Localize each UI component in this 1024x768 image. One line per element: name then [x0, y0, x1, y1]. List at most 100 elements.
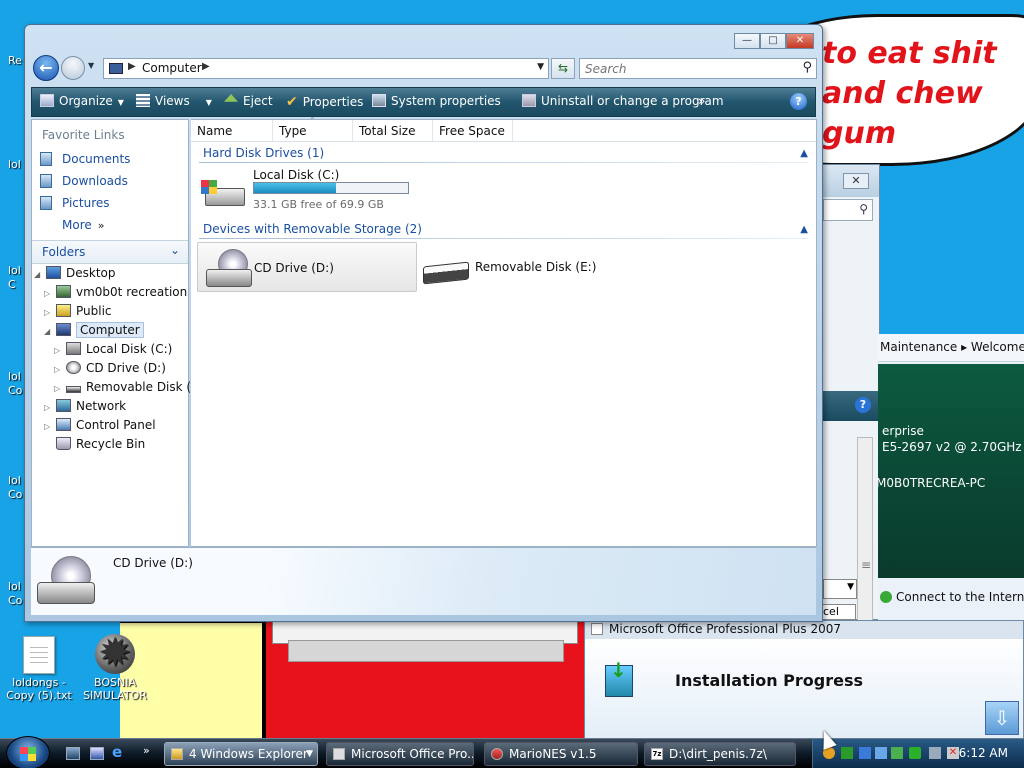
eject-label: Eject	[243, 94, 273, 108]
network-icon	[56, 399, 71, 412]
window-titlebar[interactable]: Microsoft Office Professional Plus 2007	[585, 621, 1023, 639]
system-properties-button[interactable]: System properties	[372, 94, 501, 108]
column-header-type[interactable]: ⌃ Type	[273, 116, 353, 142]
taskbar-button-marines[interactable]: MarioNES v1.5	[484, 742, 638, 766]
expanded-arrow-icon[interactable]: ◢	[34, 270, 44, 279]
views-button[interactable]: Views ▼	[136, 94, 212, 108]
tray-app-icon[interactable]	[891, 747, 903, 759]
tree-item-recycle-bin[interactable]: Recycle Bin	[44, 437, 145, 451]
uninstall-program-button[interactable]: Uninstall or change a program	[522, 94, 724, 108]
speech-bubble-text: to eat shit and chew gum	[822, 36, 997, 151]
system-info-line: erprise	[882, 424, 924, 438]
collapsed-arrow-icon[interactable]: ▷	[54, 365, 64, 374]
tree-item-cd-drive[interactable]: ▷ CD Drive (D:)	[54, 361, 166, 375]
tree-item-computer[interactable]: ◢ Computer	[44, 322, 144, 338]
help-icon[interactable]: ?	[855, 397, 871, 413]
start-button[interactable]	[6, 736, 50, 768]
tree-item-user-folder[interactable]: ▷ vm0b0t recreation	[44, 285, 187, 299]
switch-windows-icon[interactable]	[90, 747, 104, 760]
organize-button[interactable]: Organize ▼	[40, 94, 124, 108]
search-icon[interactable]: ⚲	[802, 60, 812, 75]
forward-button[interactable]: →	[61, 56, 85, 80]
help-icon[interactable]: ?	[790, 93, 807, 110]
desktop-icon-label-stub[interactable]: Re	[8, 54, 22, 67]
collapsed-arrow-icon[interactable]: ▷	[44, 422, 54, 431]
drive-item-cd-drive[interactable]: CD Drive (D:)	[197, 242, 417, 292]
taskbar-button-windows-explorer[interactable]: 4 Windows Explorer ▼	[164, 742, 318, 766]
internet-explorer-icon[interactable]: e	[112, 743, 126, 761]
column-header-total-size[interactable]: Total Size	[353, 120, 433, 142]
favorite-link-downloads[interactable]: Downloads	[40, 174, 128, 188]
collapsed-arrow-icon[interactable]: ▷	[44, 308, 54, 317]
desktop-icon-label: loldongs - Copy (5).txt	[6, 676, 72, 702]
tree-item-control-panel[interactable]: ▷ Control Panel	[44, 418, 156, 432]
column-header-free-space[interactable]: Free Space	[433, 120, 513, 142]
minimize-button[interactable]: —	[734, 33, 760, 49]
favorite-link-more[interactable]: More »	[62, 218, 104, 232]
connect-to-internet-link[interactable]: Connect to the Internet	[878, 590, 1024, 604]
properties-button[interactable]: ✔ Properties	[286, 94, 363, 110]
folders-section-header[interactable]: Folders ⌄	[32, 240, 188, 264]
breadcrumb-separator-icon[interactable]: ▶	[202, 61, 210, 72]
taskbar-button-7zip[interactable]: 7z D:\dirt_penis.7z\	[644, 742, 796, 766]
volume-muted-icon[interactable]: ✕	[947, 747, 959, 759]
dropdown[interactable]: ▼	[823, 579, 857, 599]
back-button[interactable]: ←	[33, 55, 59, 81]
chevron-down-icon[interactable]: ▼	[537, 62, 544, 72]
desktop-icon-bosnia-simulator[interactable]: BOSNIA SIMULATOR	[78, 631, 152, 702]
quick-launch-overflow-icon[interactable]: »	[143, 744, 150, 757]
desktop-icon-label-stub[interactable]: lol	[8, 158, 21, 171]
clock[interactable]: 6:12 AM	[959, 746, 1008, 760]
safely-remove-hardware-icon[interactable]	[909, 747, 921, 759]
toolbar-overflow-button[interactable]: »	[698, 94, 705, 108]
eject-button[interactable]: Eject	[224, 94, 273, 108]
tree-item-desktop[interactable]: ◢ Desktop	[34, 266, 116, 280]
desktop-icon-label-stub[interactable]: lol Co	[8, 580, 22, 608]
desktop-icon-label-stub[interactable]: lol Co	[8, 474, 22, 502]
favorite-link-label: Pictures	[62, 196, 110, 210]
system-tray: ✕ 6:12 AM	[812, 739, 1024, 768]
tray-app-icon[interactable]	[875, 747, 887, 759]
explorer-window[interactable]: — □ ✕ ← → ▼ ▶ Computer ▶ ▼ ⇆ ⚲ Organize ▼…	[24, 24, 823, 622]
tray-app-icon[interactable]	[859, 747, 871, 759]
details-item-name: CD Drive (D:)	[113, 556, 193, 570]
address-bar[interactable]: ▶ Computer ▶ ▼	[103, 58, 549, 79]
breadcrumb-computer[interactable]: Computer	[142, 61, 202, 75]
tray-app-icon[interactable]	[841, 747, 853, 759]
search-input[interactable]: ⚲	[823, 199, 873, 221]
favorite-link-label: Downloads	[62, 174, 128, 188]
column-header-name[interactable]: Name	[191, 120, 273, 142]
desktop-icon-label-stub[interactable]: lol C	[8, 264, 22, 292]
close-button[interactable]: ✕	[843, 173, 869, 189]
close-button[interactable]: ✕	[786, 33, 814, 49]
recent-pages-dropdown[interactable]: ▼	[88, 61, 94, 70]
tree-item-network[interactable]: ▷ Network	[44, 399, 126, 413]
favorite-link-pictures[interactable]: Pictures	[40, 196, 110, 210]
show-desktop-icon[interactable]	[66, 747, 80, 760]
tree-item-public[interactable]: ▷ Public	[44, 304, 112, 318]
cd-drive-icon	[66, 361, 81, 374]
expanded-arrow-icon[interactable]: ◢	[44, 327, 54, 336]
collapsed-arrow-icon[interactable]: ▷	[54, 346, 64, 355]
collapse-group-icon[interactable]: ▲	[800, 224, 808, 235]
collapsed-arrow-icon[interactable]: ▷	[44, 289, 54, 298]
tree-item-removable-disk[interactable]: ▷ Removable Disk (E:)	[54, 380, 207, 394]
desktop-icon-label-stub[interactable]: lol Co	[8, 370, 22, 398]
breadcrumb-separator-icon[interactable]: ▶	[128, 61, 136, 72]
group-header-removable-storage[interactable]: Devices with Removable Storage (2)	[203, 222, 422, 236]
tree-item-local-disk[interactable]: ▷ Local Disk (C:)	[54, 342, 172, 356]
breadcrumb[interactable]: Maintenance ▸ Welcome	[878, 334, 1024, 362]
network-icon[interactable]	[929, 747, 941, 759]
maximize-button[interactable]: □	[760, 33, 786, 49]
office-installer-window[interactable]: Microsoft Office Professional Plus 2007 …	[584, 620, 1024, 740]
refresh-button[interactable]: ⇆	[551, 58, 575, 79]
desktop-icon-text-file[interactable]: loldongs - Copy (5).txt	[2, 636, 76, 702]
favorite-link-label: Documents	[62, 152, 131, 166]
taskbar-button-office[interactable]: Microsoft Office Pro...	[326, 742, 474, 766]
collapsed-arrow-icon[interactable]: ▷	[44, 403, 54, 412]
favorite-link-documents[interactable]: Documents	[40, 152, 130, 166]
group-header-hard-disks[interactable]: Hard Disk Drives (1)	[203, 146, 324, 160]
collapsed-arrow-icon[interactable]: ▷	[54, 384, 64, 393]
search-input[interactable]	[580, 59, 790, 78]
collapse-group-icon[interactable]: ▲	[800, 148, 808, 159]
